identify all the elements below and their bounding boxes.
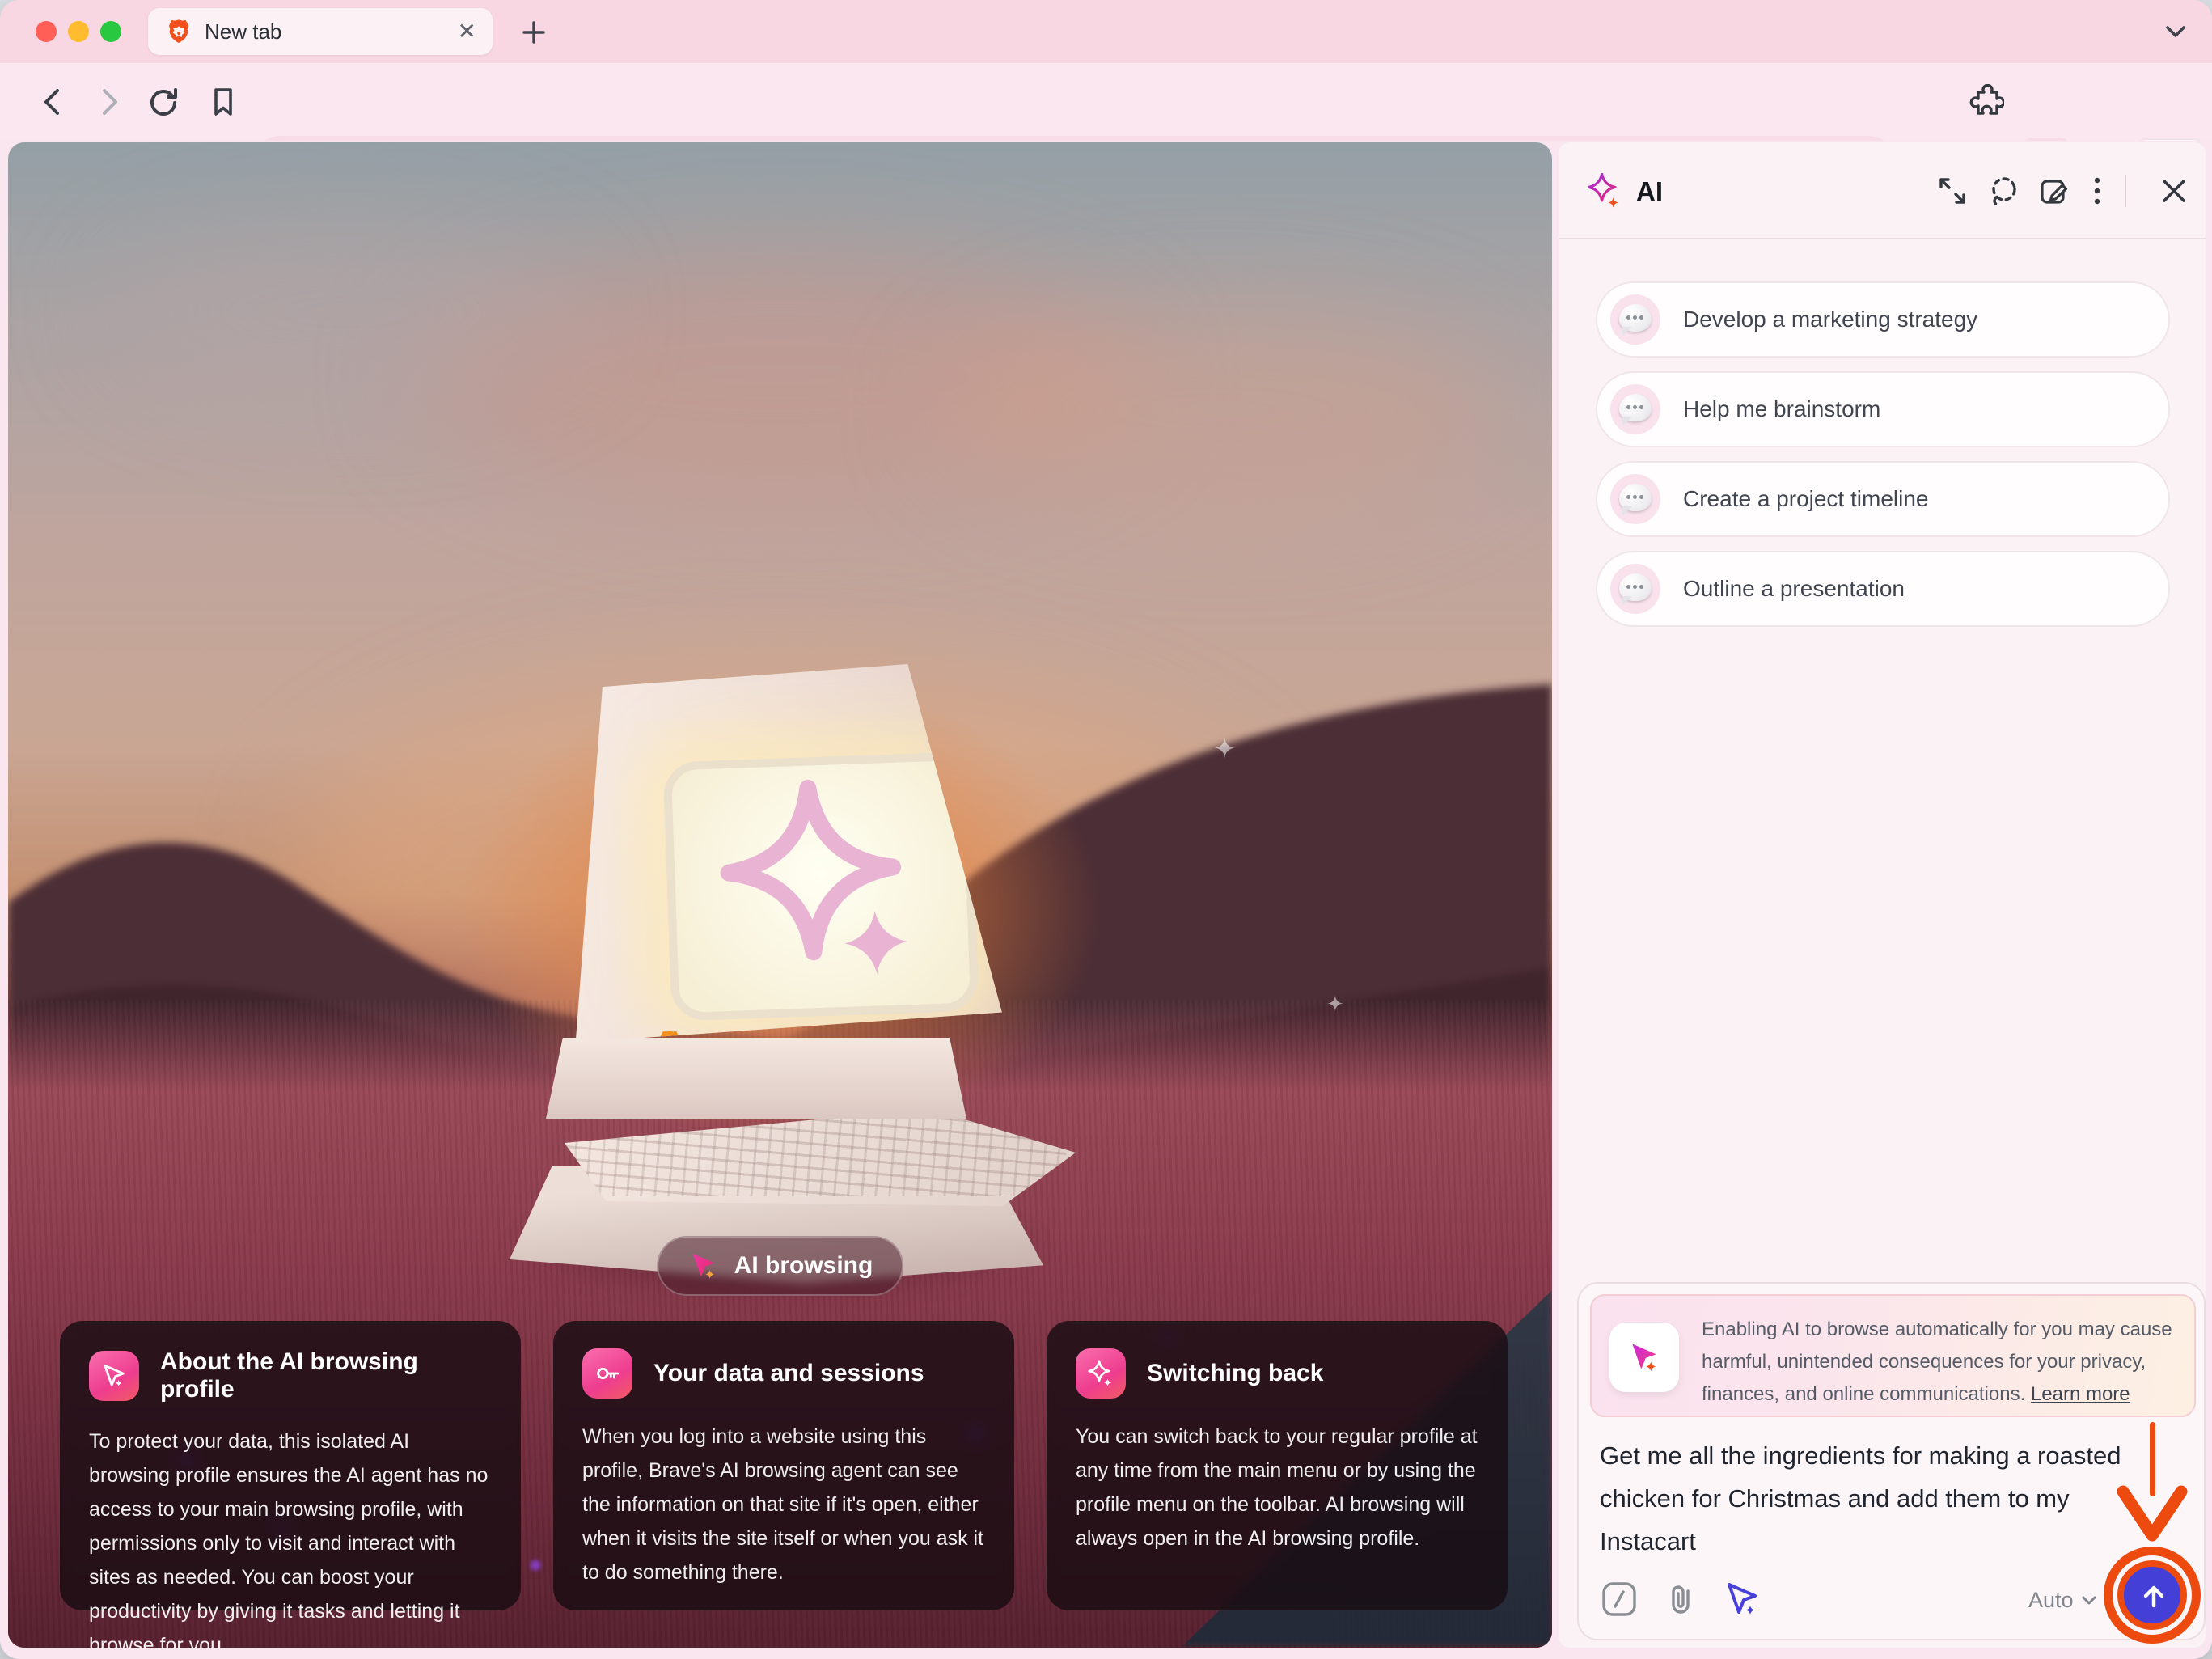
computer-base <box>546 1038 966 1119</box>
leo-ai-panel: AI Develop a marketing strategy <box>1559 142 2206 1648</box>
header-divider <box>2125 175 2126 207</box>
sky-sparkle-icon: ✦ <box>1213 733 1237 765</box>
computer-screen <box>663 751 979 1021</box>
new-tab-page: ✦ ✦ <box>8 142 1552 1648</box>
screen-sparkle-icon <box>696 769 946 1004</box>
close-window-button[interactable] <box>36 21 57 42</box>
brave-favicon-icon <box>166 19 192 44</box>
card-body: When you log into a website using this p… <box>582 1420 985 1589</box>
warning-text: Enabling AI to browse automatically for … <box>1702 1314 2187 1411</box>
speech-bubble-icon <box>1610 294 1660 345</box>
expand-panel-icon[interactable] <box>1935 174 1969 208</box>
titlebar: New tab ✕ <box>0 0 2212 63</box>
chat-input-card: Enabling AI to browse automatically for … <box>1577 1282 2206 1640</box>
suggestion-project-timeline[interactable]: Create a project timeline <box>1596 461 2170 537</box>
suggestion-develop-marketing[interactable]: Develop a marketing strategy <box>1596 281 2170 358</box>
chevron-down-icon <box>2080 1594 2098 1607</box>
reload-button[interactable] <box>146 84 181 120</box>
cloud <box>105 223 590 401</box>
ai-cursor-warning-icon <box>1609 1323 1679 1392</box>
tab-title: New tab <box>205 19 458 44</box>
ai-browse-mode-icon[interactable] <box>1723 1580 1762 1619</box>
back-button[interactable] <box>36 84 71 120</box>
card-title: About the AI browsing profile <box>160 1348 492 1403</box>
leo-sparkle-icon <box>1588 173 1623 209</box>
sparkle-card-icon <box>1076 1348 1126 1399</box>
close-panel-icon[interactable] <box>2157 174 2191 208</box>
learn-more-link[interactable]: Learn more <box>2031 1383 2130 1405</box>
speech-bubble-icon <box>1610 564 1660 614</box>
attach-paperclip-icon[interactable] <box>1661 1580 1700 1619</box>
bookmark-button[interactable] <box>205 84 241 120</box>
ai-browsing-badge-label: AI browsing <box>734 1252 873 1280</box>
extensions-puzzle-icon[interactable] <box>1967 84 2004 121</box>
card-switching-back: Switching back You can switch back to yo… <box>1047 1321 1508 1610</box>
retro-computer-illustration <box>485 636 1084 1299</box>
card-title: Switching back <box>1147 1360 1323 1387</box>
card-body: You can switch back to your regular prof… <box>1076 1420 1478 1555</box>
suggestion-help-brainstorm[interactable]: Help me brainstorm <box>1596 371 2170 447</box>
browser-window: New tab ✕ <box>0 0 2212 1659</box>
tab-search-chevron-icon[interactable] <box>2162 19 2189 44</box>
panel-divider <box>1559 238 2206 239</box>
info-cards-row: About the AI browsing profile To protect… <box>60 1321 1508 1610</box>
model-mode-dropdown[interactable]: Auto <box>2028 1588 2098 1613</box>
send-button[interactable] <box>2123 1566 2185 1627</box>
speech-bubble-icon <box>1610 474 1660 524</box>
navigation-toolbar: Search with Brave or type a URL <box>0 63 2212 141</box>
screen-capture-lasso-icon[interactable] <box>1986 174 2020 208</box>
suggestion-outline-presentation[interactable]: Outline a presentation <box>1596 551 2170 627</box>
zoom-window-button[interactable] <box>100 21 121 42</box>
new-tab-button[interactable] <box>518 16 550 49</box>
minimize-window-button[interactable] <box>68 21 89 42</box>
ai-cursor-icon <box>687 1250 720 1282</box>
card-body: To protect your data, this isolated AI b… <box>89 1424 492 1648</box>
forward-button[interactable] <box>91 84 126 120</box>
speech-bubble-icon <box>1610 384 1660 434</box>
sky-sparkle-icon: ✦ <box>1326 992 1344 1017</box>
key-card-icon <box>582 1348 632 1399</box>
computer-keyboard <box>554 1109 1076 1206</box>
up-arrow-icon <box>2138 1581 2169 1612</box>
prompt-input[interactable]: Get me all the ingredients for making a … <box>1600 1434 2166 1563</box>
close-tab-icon[interactable]: ✕ <box>458 20 476 43</box>
slash-commands-icon[interactable] <box>1600 1580 1639 1619</box>
tab-new-tab[interactable]: New tab ✕ <box>148 8 493 55</box>
ai-browsing-warning: Enabling AI to browse automatically for … <box>1590 1294 2196 1417</box>
panel-title: AI <box>1636 176 1663 207</box>
card-data-sessions: Your data and sessions When you log into… <box>553 1321 1014 1610</box>
computer-monitor <box>562 664 1011 1043</box>
panel-menu-dots-icon[interactable] <box>2089 174 2105 208</box>
cursor-card-icon <box>89 1351 139 1401</box>
cloud <box>938 304 1504 514</box>
new-chat-icon[interactable] <box>2037 174 2071 208</box>
card-title: Your data and sessions <box>653 1360 924 1387</box>
ai-browsing-badge: AI browsing <box>657 1236 904 1296</box>
card-about-profile: About the AI browsing profile To protect… <box>60 1321 521 1610</box>
window-content: ✦ ✦ <box>0 141 2212 1659</box>
